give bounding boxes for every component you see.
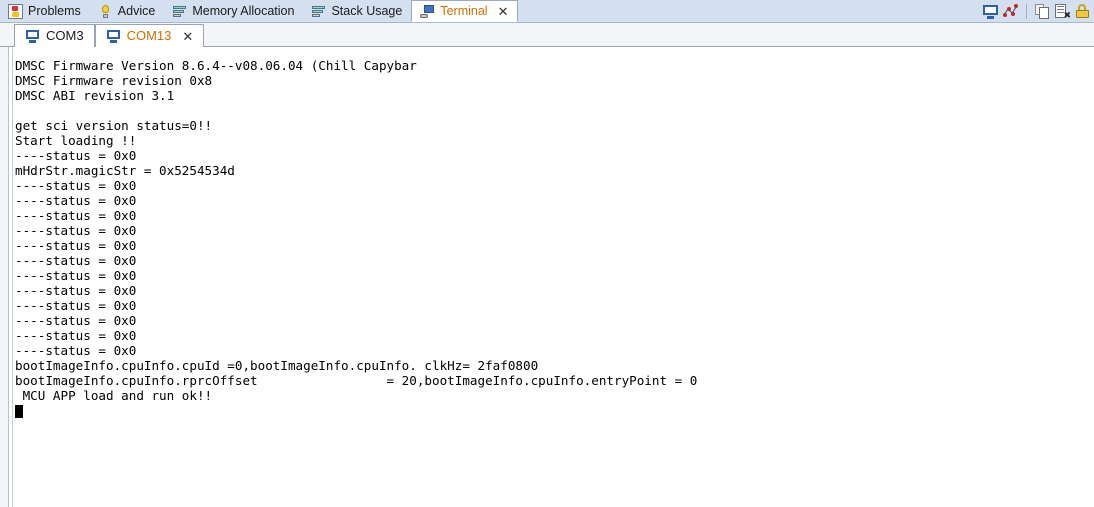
toolbar-separator bbox=[1026, 3, 1027, 19]
close-icon[interactable]: ✕ bbox=[498, 5, 509, 18]
terminal-line: ----status = 0x0 bbox=[15, 253, 137, 268]
monitor-icon bbox=[106, 29, 121, 44]
terminal-icon bbox=[420, 4, 435, 19]
terminal-line: Start loading !! bbox=[15, 133, 137, 148]
terminal-line: ----status = 0x0 bbox=[15, 208, 137, 223]
connection-tab-com13[interactable]: COM13 ✕ bbox=[94, 24, 205, 47]
lock-icon[interactable] bbox=[1075, 3, 1090, 19]
terminal-line: ----status = 0x0 bbox=[15, 193, 137, 208]
terminal-line: ----status = 0x0 bbox=[15, 298, 137, 313]
terminal-line: ----status = 0x0 bbox=[15, 178, 137, 193]
connection-tab-label: COM13 bbox=[126, 28, 172, 43]
terminal-panel: DMSC Firmware Version 8.6.4--v08.06.04 (… bbox=[0, 47, 1094, 507]
terminal-cursor bbox=[15, 405, 23, 418]
scatter-plot-icon[interactable] bbox=[1003, 3, 1018, 19]
terminal-line: ----status = 0x0 bbox=[15, 343, 137, 358]
bar-chart-icon bbox=[311, 4, 326, 19]
terminal-line: ----status = 0x0 bbox=[15, 223, 137, 238]
close-icon[interactable]: ✕ bbox=[182, 30, 193, 43]
terminal-line: ----status = 0x0 bbox=[15, 313, 137, 328]
view-tab-label: Stack Usage bbox=[331, 4, 403, 18]
lightbulb-icon bbox=[98, 4, 113, 19]
connection-tab-bar: COM3 COM13 ✕ bbox=[0, 23, 1094, 47]
problems-icon bbox=[8, 3, 23, 19]
view-tab-label: Advice bbox=[117, 4, 156, 18]
terminal-line: DMSC Firmware Version 8.6.4--v08.06.04 (… bbox=[15, 58, 417, 73]
terminal-left-gutter bbox=[0, 47, 9, 507]
view-tab-label: Terminal bbox=[440, 4, 488, 18]
terminal-line: get sci version status=0!! bbox=[15, 118, 213, 133]
view-tab-terminal[interactable]: Terminal ✕ bbox=[411, 0, 519, 22]
terminal-line: DMSC Firmware revision 0x8 bbox=[15, 73, 213, 88]
view-tab-memory-allocation[interactable]: Memory Allocation bbox=[164, 0, 303, 22]
view-tab-label: Problems bbox=[28, 4, 81, 18]
display-icon[interactable] bbox=[983, 4, 998, 19]
view-tab-advice[interactable]: Advice bbox=[90, 0, 165, 22]
terminal-line: ----status = 0x0 bbox=[15, 283, 137, 298]
terminal-view-window: Problems Advice Memory Allocation Stack Usa… bbox=[0, 0, 1094, 507]
view-tab-label: Memory Allocation bbox=[192, 4, 295, 18]
connection-tab-com3[interactable]: COM3 bbox=[14, 24, 95, 47]
terminal-line: mHdrStr.magicStr = 0x5254534d bbox=[15, 163, 235, 178]
view-toolbar bbox=[983, 0, 1094, 22]
terminal-line: DMSC ABI revision 3.1 bbox=[15, 88, 175, 103]
view-tab-bar: Problems Advice Memory Allocation Stack Usa… bbox=[0, 0, 1094, 23]
terminal-output[interactable]: DMSC Firmware Version 8.6.4--v08.06.04 (… bbox=[13, 47, 1094, 507]
terminal-line: MCU APP load and run ok!! bbox=[15, 388, 213, 403]
terminal-line: bootImageInfo.cpuInfo.cpuId =0,bootImage… bbox=[15, 358, 539, 373]
view-tab-stack-usage[interactable]: Stack Usage bbox=[303, 0, 411, 22]
terminal-line: ----status = 0x0 bbox=[15, 238, 137, 253]
monitor-icon bbox=[25, 29, 40, 44]
view-tab-problems[interactable]: Problems bbox=[0, 0, 90, 22]
terminal-line: ----status = 0x0 bbox=[15, 268, 137, 283]
terminal-line: ----status = 0x0 bbox=[15, 328, 137, 343]
connection-tab-label: COM3 bbox=[46, 28, 84, 43]
terminal-line: bootImageInfo.cpuInfo.rprcOffset = 20,bo… bbox=[15, 373, 698, 388]
terminal-line: ----status = 0x0 bbox=[15, 148, 137, 163]
page-clear-icon[interactable] bbox=[1055, 3, 1071, 21]
bar-chart-icon bbox=[172, 4, 187, 19]
copy-icon[interactable] bbox=[1035, 3, 1050, 19]
